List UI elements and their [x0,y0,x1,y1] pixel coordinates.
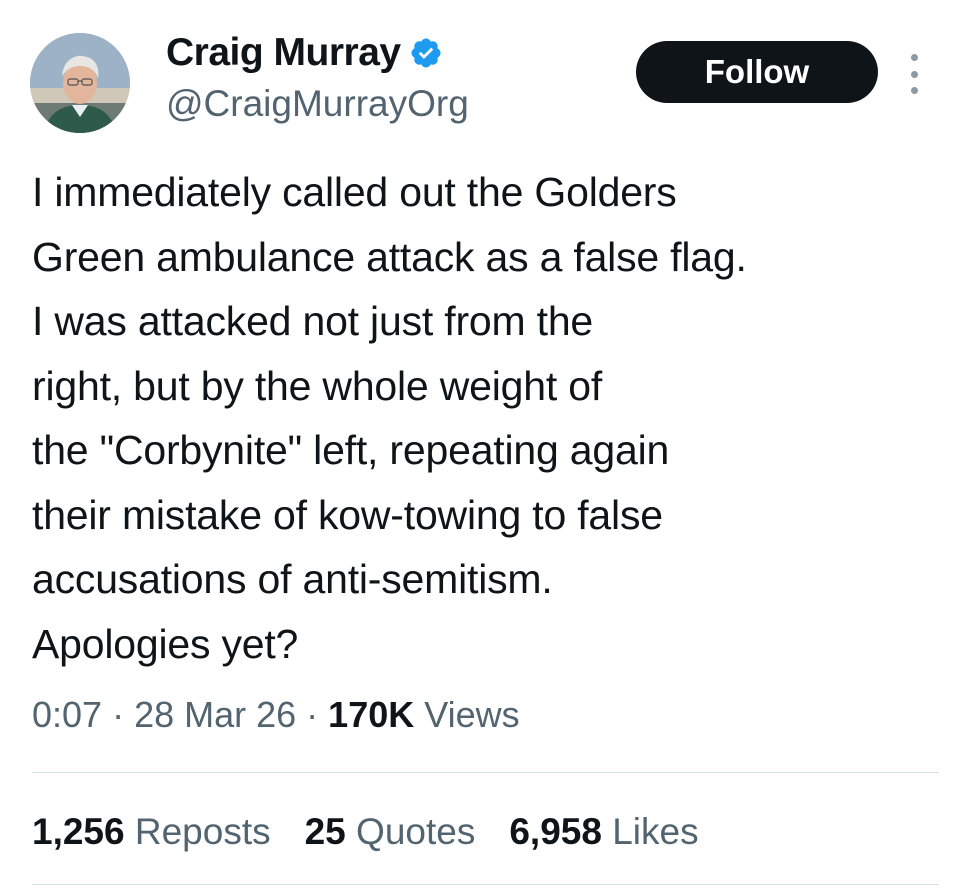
quotes-count: 25 [304,811,346,852]
author-name-row: Craig Murray [166,30,443,76]
more-options-icon[interactable] [904,54,924,94]
tweet-time[interactable]: 0:07 [32,694,102,735]
meta-separator: · [296,694,329,735]
reposts-label: Reposts [134,811,271,852]
likes-label: Likes [612,811,699,852]
likes-count: 6,958 [509,811,602,852]
tweet-date[interactable]: 28 Mar 26 [134,694,296,735]
views-label: Views [424,694,520,735]
quotes-label: Quotes [356,811,476,852]
tweet-text: I immediately called out the Golders Gre… [32,169,747,667]
avatar-photo [30,33,130,133]
tweet-meta: 0:07 · 28 Mar 26 · 170K Views [32,690,520,740]
likes-stat[interactable]: 6,958 Likes [509,806,698,858]
author-handle[interactable]: @CraigMurrayOrg [166,82,469,126]
engagement-stats: 1,256 Reposts 25 Quotes 6,958 Likes [32,806,699,858]
divider [32,772,938,773]
reposts-count: 1,256 [32,811,125,852]
reposts-stat[interactable]: 1,256 Reposts [32,806,271,858]
verified-badge-icon [411,38,441,68]
divider [32,884,938,885]
follow-button[interactable]: Follow [636,41,878,103]
meta-separator: · [102,694,135,735]
author-name[interactable]: Craig Murray [166,30,401,76]
avatar[interactable] [30,33,130,133]
views-count: 170K [328,694,415,735]
quotes-stat[interactable]: 25 Quotes [305,806,476,858]
